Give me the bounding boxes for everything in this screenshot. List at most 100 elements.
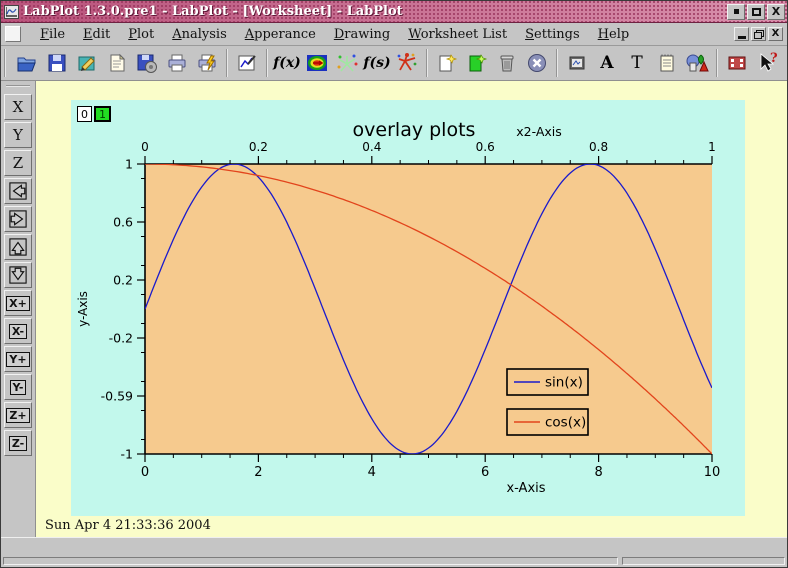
zoom-x-in-button[interactable]: X+ [4,290,32,316]
shift-up-button[interactable] [4,262,32,288]
export-icon [136,52,158,74]
add-label-button[interactable]: A [592,48,622,78]
toolbar-separator [426,49,428,77]
add-label-icon: A [600,53,613,73]
zoom-z-in-icon: Z+ [6,408,29,423]
side-toolbar-grip[interactable] [6,85,30,90]
shift-left-button[interactable] [4,178,32,204]
zoom-y-in-button[interactable]: Y+ [4,346,32,372]
new-plot-button[interactable] [232,48,262,78]
whats-this-button[interactable]: ? [752,48,782,78]
add-text-icon: T [631,53,642,73]
minimize-icon [734,9,739,14]
save-button[interactable] [42,48,72,78]
worksheet[interactable]: 0 1 overlay plots x2-Axis x-Axis y-Axis … [71,100,745,516]
zoom-z-in-button[interactable]: Z+ [4,402,32,428]
menu-help[interactable]: Help [589,25,639,44]
new-3d-plot-button[interactable] [392,48,422,78]
menubar: FileEditPlotAnalysisApperanceDrawingWork… [1,23,787,46]
close-button[interactable]: X [767,4,785,20]
new-function-button[interactable]: f(x) [272,48,302,78]
quick-print-button[interactable] [192,48,222,78]
new-spreadsheet-button[interactable] [462,48,492,78]
new-worksheet-icon [436,52,458,74]
statusbar [1,537,787,567]
shift-down-button[interactable] [4,234,32,260]
print-button[interactable] [162,48,192,78]
child-minimize-icon [738,36,746,39]
plot-side-toolbar: XYZ X+X- Y+ Y- Z+ Z- [1,81,36,537]
menu-worksheet-list[interactable]: Worksheet List [399,25,516,44]
new-plot-icon [236,52,258,74]
toolbar-separator [556,49,558,77]
menu-drawing[interactable]: Drawing [325,25,399,44]
titlebar[interactable]: LabPlot 1.3.0.pre1 - LabPlot - [Workshee… [1,1,787,23]
statusbar-message-panel [3,557,618,565]
table-button[interactable] [722,48,752,78]
delete-button[interactable] [492,48,522,78]
notes-button[interactable] [652,48,682,78]
svg-text:sin(x): sin(x) [545,375,583,391]
image-button[interactable] [562,48,592,78]
new-surface-function-button[interactable]: f(s) [362,48,392,78]
save-icon [46,52,68,74]
close-object-button[interactable] [522,48,552,78]
zoom-z-out-icon: Z- [9,436,27,451]
menu-apperance[interactable]: Apperance [236,25,325,44]
plot-title: overlay plots [353,119,476,141]
child-window-icon[interactable] [5,26,21,42]
zoom-y-in-icon: Y+ [6,352,29,367]
zoom-z-out-button[interactable]: Z- [4,430,32,456]
rotate-x-button[interactable]: X [4,94,32,120]
print-icon [166,52,188,74]
rotate-z-icon: Z [13,156,23,171]
whats-this-icon: ? [755,51,779,75]
edit-data-button[interactable] [72,48,102,78]
new-function-icon: f(x) [273,55,301,71]
zoom-x-out-button[interactable]: X- [4,318,32,344]
statusbar-info-panel [622,557,785,565]
svg-text:2: 2 [254,465,262,480]
rotate-y-button[interactable]: Y [4,122,32,148]
svg-text:1: 1 [708,140,716,154]
toolbar-grip[interactable] [4,49,9,77]
new-3d-scatter-button[interactable] [332,48,362,78]
maximize-button[interactable] [747,4,765,20]
print-preview-button[interactable] [102,48,132,78]
scene-objects-button[interactable] [682,48,712,78]
export-button[interactable] [132,48,162,78]
menu-plot[interactable]: Plot [119,25,163,44]
child-close-icon: X [772,29,780,39]
child-restore-icon [754,30,764,39]
shift-right-icon [9,210,27,228]
zoom-y-out-button[interactable]: Y- [4,374,32,400]
shift-right-button[interactable] [4,206,32,232]
menu-settings[interactable]: Settings [516,25,589,44]
new-2d-surface-button[interactable] [302,48,332,78]
menu-analysis[interactable]: Analysis [163,25,236,44]
svg-text:0: 0 [141,140,149,154]
menu-edit[interactable]: Edit [74,25,119,44]
child-minimize-button[interactable] [734,27,749,41]
rotate-y-icon: Y [13,128,23,143]
svg-text:-0.59: -0.59 [101,389,133,404]
svg-text:0.2: 0.2 [113,273,133,288]
open-button[interactable] [12,48,42,78]
delete-icon [496,52,518,74]
plot-canvas[interactable]: overlay plots x2-Axis x-Axis y-Axis 00.2… [71,100,745,516]
new-spreadsheet-icon [466,52,488,74]
new-worksheet-button[interactable] [432,48,462,78]
print-preview-icon [106,52,128,74]
svg-text:0: 0 [141,465,149,480]
mdi-area: 0 1 overlay plots x2-Axis x-Axis y-Axis … [36,81,787,537]
child-close-button[interactable]: X [768,27,783,41]
app-icon [4,5,19,19]
status-datetime: Sun Apr 4 21:33:36 2004 [45,518,211,533]
new-3d-plot-icon [395,52,419,74]
add-text-button[interactable]: T [622,48,652,78]
rotate-z-button[interactable]: Z [4,150,32,176]
menu-file[interactable]: File [31,25,74,44]
new-surface-function-icon: f(s) [363,55,390,71]
minimize-button[interactable] [727,4,745,20]
child-restore-button[interactable] [751,27,766,41]
